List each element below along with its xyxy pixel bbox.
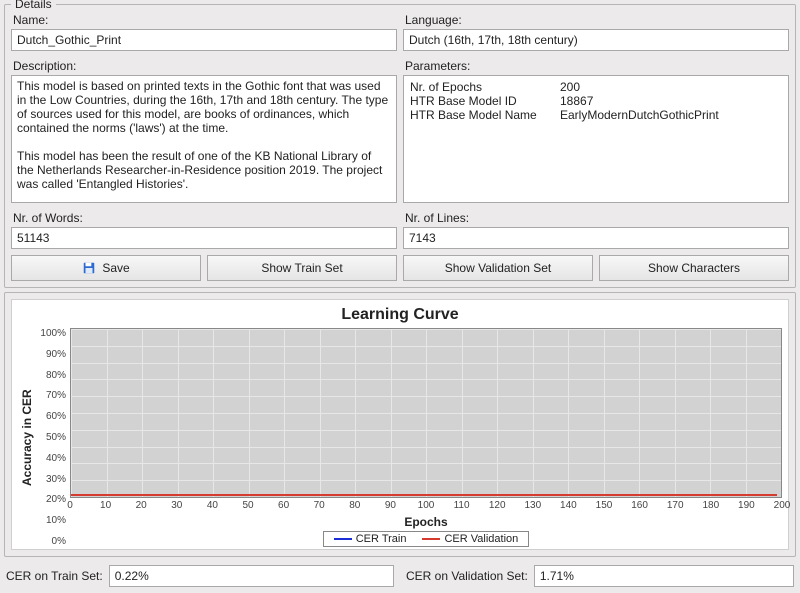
show-characters-label: Show Characters — [648, 261, 740, 275]
cer-validation-label: CER on Validation Set: — [406, 569, 528, 583]
chart-legend: CER Train CER Validation — [323, 531, 530, 547]
cer-validation-value[interactable] — [534, 565, 794, 587]
plot-area — [70, 328, 782, 498]
description-textarea[interactable] — [11, 75, 397, 203]
parameters-box: Nr. of Epochs 200 HTR Base Model ID 1886… — [403, 75, 789, 203]
metrics-row: CER on Train Set: CER on Validation Set: — [0, 561, 800, 593]
ytick: 60% — [38, 411, 66, 422]
ytick: 80% — [38, 370, 66, 381]
name-input[interactable] — [11, 29, 397, 51]
param-key: HTR Base Model ID — [410, 94, 560, 108]
ytick: 90% — [38, 349, 66, 360]
cer-train-label: CER on Train Set: — [6, 569, 103, 583]
show-validation-set-label: Show Validation Set — [445, 261, 552, 275]
save-icon — [82, 261, 96, 275]
save-button-label: Save — [102, 261, 129, 275]
ytick: 10% — [38, 515, 66, 526]
show-train-set-label: Show Train Set — [261, 261, 342, 275]
param-row: HTR Base Model ID 18867 — [410, 94, 782, 108]
legend-label: CER Validation — [444, 533, 518, 545]
chart-yaxis: 100% 90% 80% 70% 60% 50% 40% 30% 20% 10%… — [36, 328, 70, 547]
words-label: Nr. of Words: — [13, 211, 397, 225]
lines-input[interactable] — [403, 227, 789, 249]
ytick: 50% — [38, 432, 66, 443]
details-panel: Details Name: Language: Description: Par… — [4, 4, 796, 288]
legend-item-validation: CER Validation — [422, 533, 518, 545]
ytick: 0% — [38, 536, 66, 547]
param-key: Nr. of Epochs — [410, 80, 560, 94]
ytick: 70% — [38, 390, 66, 401]
lines-label: Nr. of Lines: — [405, 211, 789, 225]
chart-ylabel: Accuracy in CER — [18, 328, 36, 547]
ytick: 40% — [38, 453, 66, 464]
cer-train-value[interactable] — [109, 565, 394, 587]
show-validation-set-button[interactable]: Show Validation Set — [403, 255, 593, 281]
param-val: EarlyModernDutchGothicPrint — [560, 108, 782, 122]
show-train-set-button[interactable]: Show Train Set — [207, 255, 397, 281]
parameters-label: Parameters: — [405, 59, 789, 73]
save-button[interactable]: Save — [11, 255, 201, 281]
param-val: 18867 — [560, 94, 782, 108]
show-characters-button[interactable]: Show Characters — [599, 255, 789, 281]
param-val: 200 — [560, 80, 782, 94]
param-key: HTR Base Model Name — [410, 108, 560, 122]
description-label: Description: — [13, 59, 397, 73]
ytick: 30% — [38, 474, 66, 485]
param-row: Nr. of Epochs 200 — [410, 80, 782, 94]
chart-panel: Learning Curve Accuracy in CER 100% 90% … — [4, 292, 796, 557]
chart-title: Learning Curve — [18, 306, 782, 324]
legend-label: CER Train — [356, 533, 407, 545]
learning-curve-chart: Learning Curve Accuracy in CER 100% 90% … — [11, 299, 789, 550]
chart-xaxis: 0102030405060708090100110120130140150160… — [70, 500, 782, 514]
param-row: HTR Base Model Name EarlyModernDutchGoth… — [410, 108, 782, 122]
ytick: 20% — [38, 494, 66, 505]
ytick: 100% — [38, 328, 66, 339]
name-label: Name: — [13, 13, 397, 27]
details-title: Details — [11, 0, 56, 11]
words-input[interactable] — [11, 227, 397, 249]
chart-xlabel: Epochs — [70, 515, 782, 529]
language-input[interactable] — [403, 29, 789, 51]
language-label: Language: — [405, 13, 789, 27]
legend-item-train: CER Train — [334, 533, 407, 545]
